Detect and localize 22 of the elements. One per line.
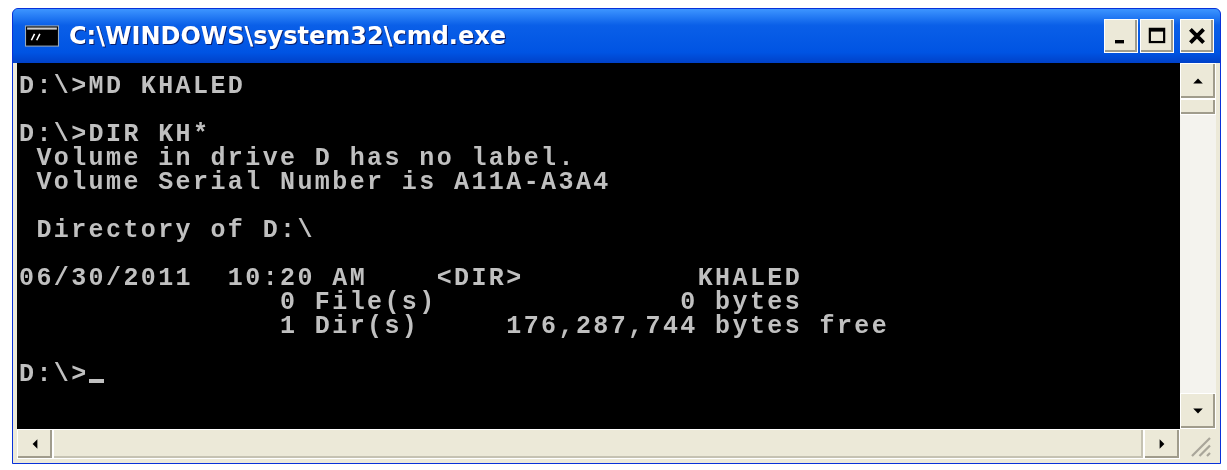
console-line: D:\>MD KHALED bbox=[19, 75, 246, 99]
vertical-scrollbar[interactable] bbox=[1180, 63, 1216, 429]
console-line: Volume Serial Number is A11A-A3A4 bbox=[35, 171, 611, 195]
close-button[interactable] bbox=[1180, 19, 1214, 53]
console-line: D:\> bbox=[19, 363, 104, 387]
scroll-thumb[interactable] bbox=[1180, 99, 1216, 115]
console-line: Volume in drive D has no label. bbox=[35, 147, 576, 171]
console-line: D:\>DIR KH* bbox=[19, 123, 211, 147]
minimize-icon bbox=[1114, 40, 1124, 44]
maximize-button[interactable] bbox=[1140, 19, 1174, 53]
scroll-down-button[interactable] bbox=[1180, 393, 1216, 429]
console-icon bbox=[25, 25, 59, 47]
scroll-right-button[interactable] bbox=[1144, 429, 1180, 459]
console-line: 06/30/2011 10:20 AM <DIR> KHALED bbox=[19, 267, 803, 291]
scroll-left-button[interactable] bbox=[17, 429, 53, 459]
window-title: C:\WINDOWS\system32\cmd.exe bbox=[69, 22, 506, 50]
close-icon bbox=[1186, 25, 1208, 47]
console-line: 1 Dir(s) 176,287,744 bytes free bbox=[279, 315, 890, 339]
console-line: Directory of D:\ bbox=[35, 219, 315, 243]
console-line: 0 File(s) 0 bytes bbox=[279, 291, 803, 315]
minimize-button[interactable] bbox=[1104, 19, 1138, 53]
scroll-up-button[interactable] bbox=[1180, 63, 1216, 99]
